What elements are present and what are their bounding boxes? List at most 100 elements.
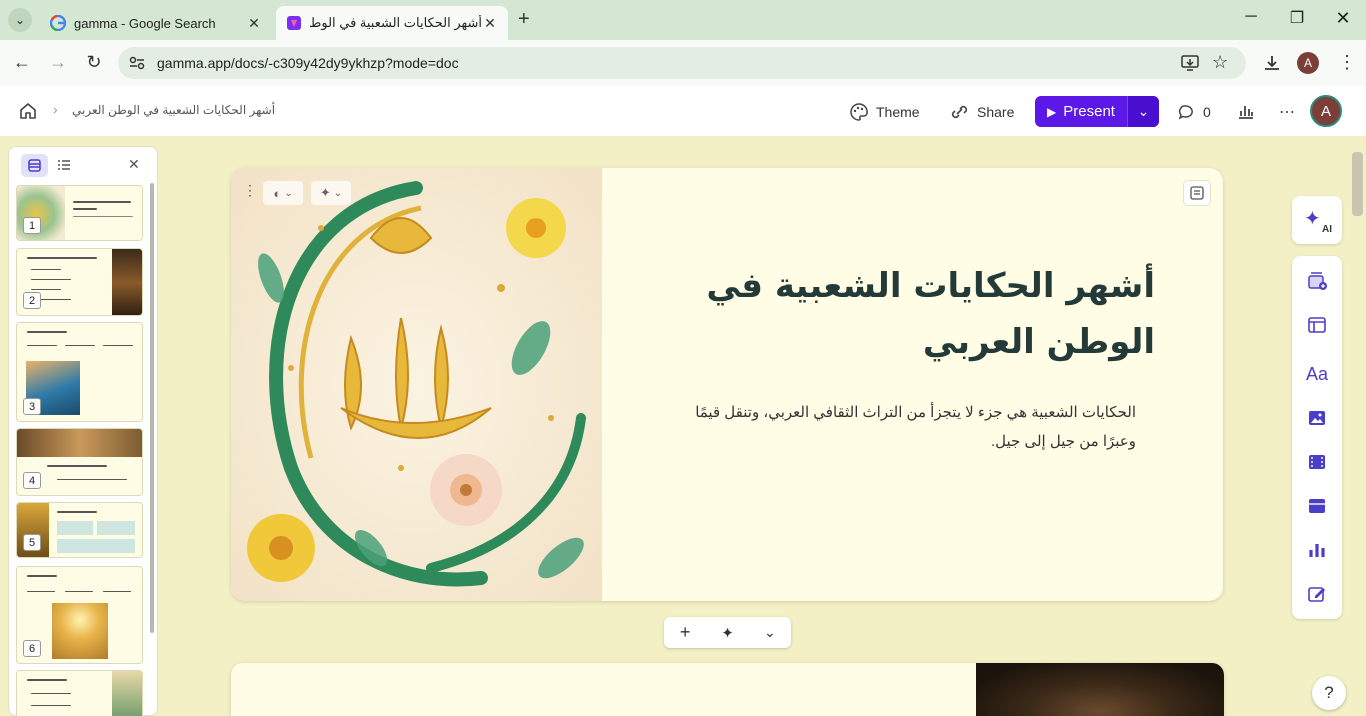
arrow-left-icon: ←	[13, 52, 31, 72]
download-icon[interactable]	[1263, 54, 1281, 72]
slide-thumbnail[interactable]: 4	[16, 428, 143, 496]
browser-tab-gamma[interactable]: أشهر الحكايات الشعبية في الوطن ✕	[276, 6, 508, 40]
video-icon[interactable]	[1306, 451, 1328, 473]
list-icon	[58, 160, 70, 170]
analytics-icon[interactable]	[1238, 103, 1254, 119]
restore-button[interactable]: ❐	[1285, 8, 1309, 28]
slide-number: 2	[23, 292, 41, 309]
next-card-image[interactable]	[976, 663, 1224, 716]
site-settings-icon	[129, 56, 145, 70]
google-icon	[50, 15, 66, 31]
ai-add-card-button[interactable]: ✦	[706, 617, 748, 648]
home-icon[interactable]	[19, 102, 37, 120]
profile-avatar[interactable]: A	[1297, 52, 1319, 74]
comments-button[interactable]: 0	[1178, 100, 1211, 124]
user-avatar[interactable]: A	[1310, 95, 1342, 127]
plus-icon: +	[518, 8, 530, 30]
reload-icon: ↻	[86, 52, 102, 72]
embed-icon[interactable]	[1306, 495, 1328, 517]
card-ai-button[interactable]: ✦ ⌄	[311, 181, 351, 205]
thumbnail-image	[112, 249, 142, 315]
thumbnail-image	[17, 429, 142, 457]
slide-thumbnail[interactable]: 3	[16, 322, 143, 422]
slide-number: 6	[23, 640, 41, 657]
grid-icon	[28, 159, 41, 172]
thumbnail-image	[112, 671, 142, 716]
comment-icon	[1178, 105, 1193, 120]
sparkle-icon: ✦	[721, 624, 734, 642]
close-window-button[interactable]: ✕	[1331, 8, 1355, 29]
browser-tab-google[interactable]: gamma - Google Search ✕	[40, 6, 272, 40]
chevron-down-icon: ⌄	[763, 624, 776, 640]
more-options-icon[interactable]: ⋯	[1279, 102, 1296, 122]
tab-search-button[interactable]: ⌄	[8, 8, 32, 32]
bookmark-star-icon[interactable]: ☆	[1212, 52, 1228, 73]
theme-button[interactable]: Theme	[850, 100, 920, 124]
calligraphy-artwork	[231, 168, 602, 601]
layout-icon[interactable]	[1306, 314, 1328, 336]
card-menu-icon[interactable]: ⋮	[243, 182, 257, 204]
close-tab-icon[interactable]: ✕	[482, 15, 498, 32]
text-style-icon[interactable]: Aa	[1306, 364, 1328, 386]
theme-label: Theme	[876, 104, 920, 120]
slide-number: 4	[23, 472, 41, 489]
minimize-button[interactable]: ─	[1239, 8, 1263, 26]
breadcrumb[interactable]: أشهر الحكايات الشعبية في الوطن العربي	[72, 103, 275, 117]
chevron-down-icon: ⌄	[333, 187, 343, 199]
install-app-icon[interactable]	[1181, 55, 1199, 71]
slide-thumbnail[interactable]: 6	[16, 566, 143, 664]
chart-icon[interactable]	[1306, 539, 1328, 561]
notes-icon	[1190, 186, 1204, 200]
add-card-toolbar: + ✦ ⌄	[664, 617, 791, 648]
palette-icon	[850, 103, 868, 121]
sparkle-icon: ✦	[1304, 208, 1321, 230]
card-template-dropdown[interactable]: ⌄	[749, 617, 791, 648]
present-dropdown[interactable]: ⌄	[1127, 96, 1159, 127]
thumbnail-view-toggle[interactable]	[21, 154, 48, 177]
address-bar[interactable]: gamma.app/docs/-c309y42dy9ykhzp?mode=doc…	[118, 47, 1246, 79]
chevron-right-icon: ›	[53, 101, 58, 117]
close-tab-icon[interactable]: ✕	[246, 15, 262, 32]
back-button[interactable]: ←	[10, 52, 34, 74]
slide-thumbnail[interactable]: 1	[16, 185, 143, 241]
share-label: Share	[977, 104, 1015, 120]
ai-assistant-button[interactable]: ✦ AI	[1292, 196, 1342, 244]
forward-button[interactable]: →	[46, 52, 70, 74]
image-icon[interactable]	[1306, 407, 1328, 429]
present-main[interactable]: ▶ Present	[1035, 96, 1127, 127]
new-tab-button[interactable]: +	[518, 8, 530, 31]
comments-count: 0	[1203, 104, 1211, 120]
add-card-button[interactable]: +	[664, 617, 706, 648]
thumbnail-image	[52, 603, 108, 659]
slide-number: 3	[23, 398, 41, 415]
list-view-toggle[interactable]	[52, 154, 76, 177]
present-button[interactable]: ▶ Present ⌄	[1035, 96, 1159, 127]
tab-title: أشهر الحكايات الشعبية في الوطن	[310, 15, 482, 30]
chevron-down-icon: ⌄	[14, 13, 26, 27]
close-panel-icon[interactable]: ✕	[128, 156, 140, 173]
add-card-stack-icon[interactable]	[1306, 270, 1328, 292]
card-title[interactable]: أشهر الحكايات الشعبية في الوطن العربي	[620, 258, 1155, 370]
slide-number: 5	[23, 534, 41, 551]
card-image[interactable]	[231, 168, 602, 601]
slide-thumbnail[interactable]	[16, 670, 143, 716]
arrow-right-icon: →	[49, 52, 67, 72]
share-button[interactable]: Share	[950, 100, 1014, 124]
card-style-button[interactable]: ◐ ⌄	[263, 181, 303, 205]
palette-icon: ◐	[273, 185, 282, 201]
slide-thumbnail[interactable]: 2	[16, 248, 143, 316]
slide-thumbnail[interactable]: 5	[16, 502, 143, 558]
help-button[interactable]: ?	[1312, 676, 1346, 710]
card-body-text[interactable]: الحكايات الشعبية هي جزء لا يتجزأ من التر…	[660, 398, 1136, 456]
gamma-icon	[287, 16, 301, 30]
reload-button[interactable]: ↻	[82, 52, 106, 74]
insert-tools-rail	[1292, 256, 1342, 619]
plus-icon: +	[679, 622, 691, 642]
url-text: gamma.app/docs/-c309y42dy9ykhzp?mode=doc	[157, 55, 459, 71]
form-edit-icon[interactable]	[1306, 583, 1328, 605]
panel-scrollbar[interactable]	[150, 183, 154, 633]
browser-menu-icon[interactable]: ⋮	[1338, 52, 1356, 73]
speaker-notes-button[interactable]	[1183, 180, 1211, 206]
page-scrollbar[interactable]	[1350, 152, 1364, 716]
chevron-down-icon: ⌄	[284, 187, 293, 199]
